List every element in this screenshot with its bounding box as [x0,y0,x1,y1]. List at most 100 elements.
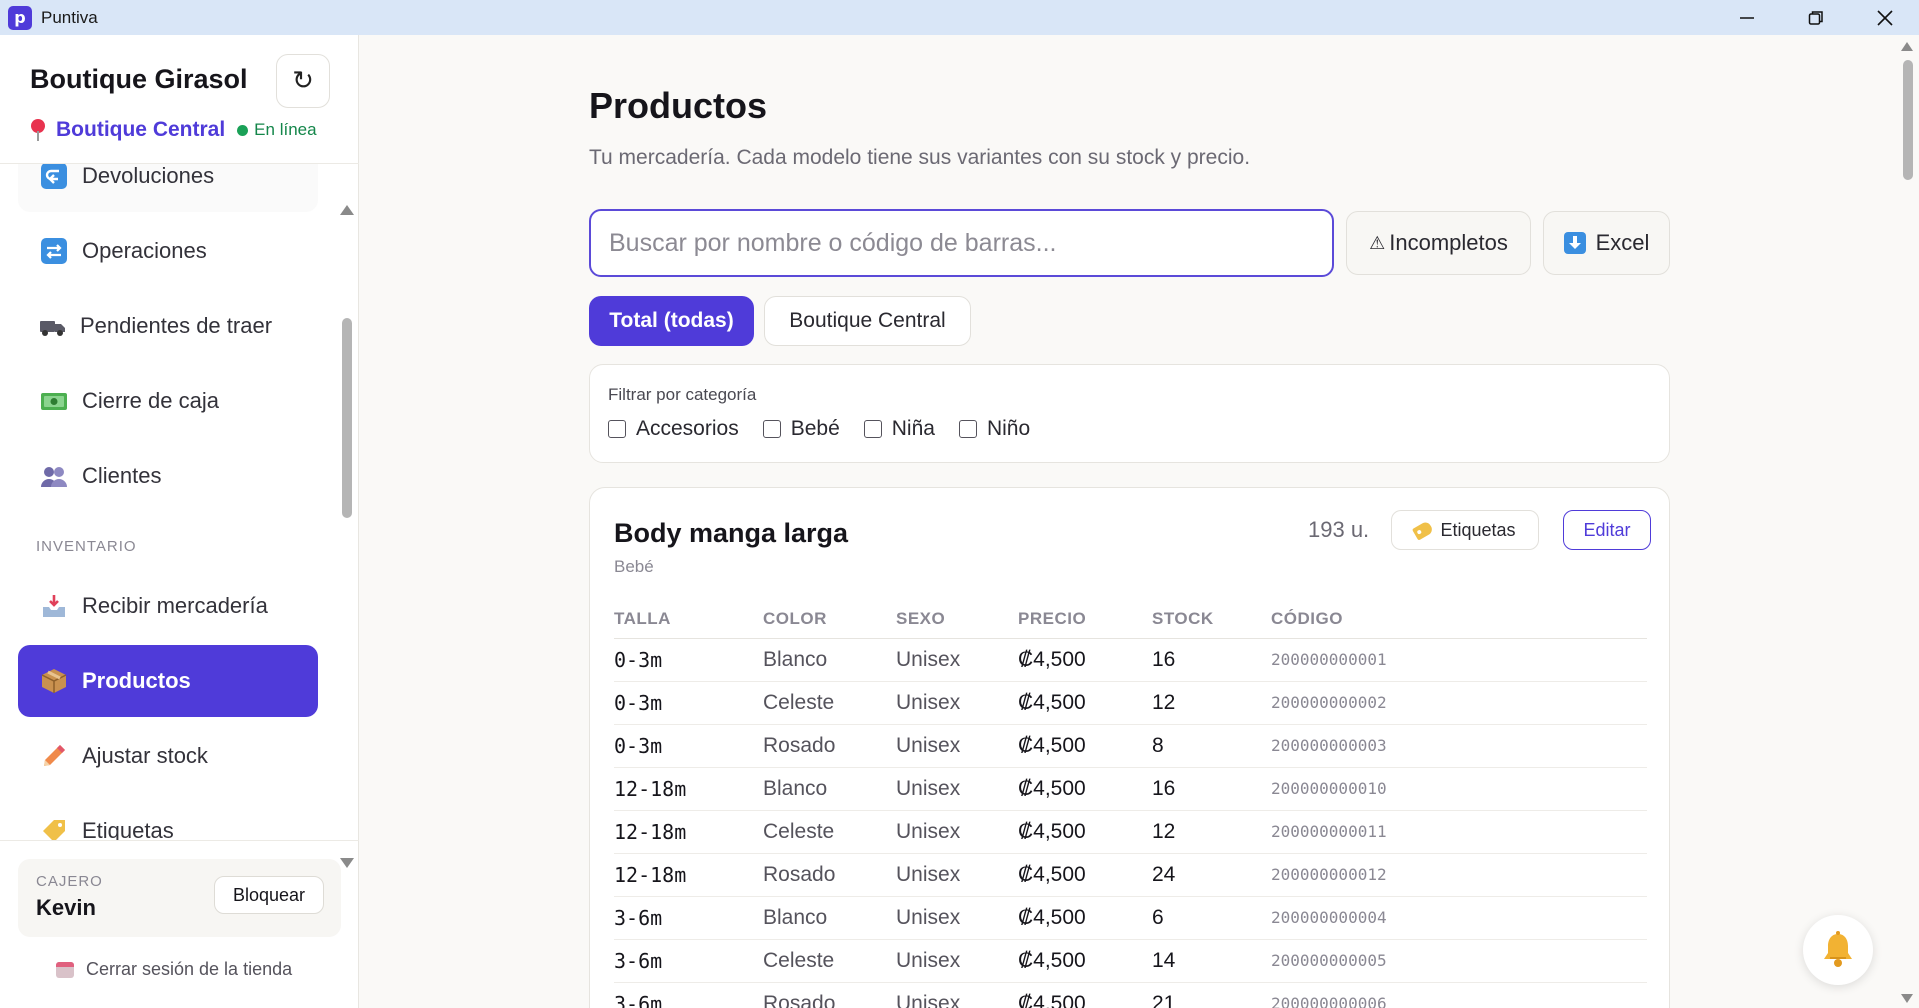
page-subtitle: Tu mercadería. Cada modelo tiene sus var… [589,146,1251,169]
cell-precio: ₡4,500 [1018,853,1152,897]
product-card: Body manga larga Bebé 193 u. Etiquetas E… [589,487,1670,1008]
cell-codigo: 200000000005 [1271,939,1647,983]
table-row[interactable]: 0-3m Celeste Unisex ₡4,500 12 2000000000… [614,681,1647,725]
minimize-icon [1739,16,1754,19]
sidebar-item-pendientes[interactable]: Pendientes de traer [18,290,318,362]
cell-color: Rosado [763,853,896,897]
table-row[interactable]: 0-3m Rosado Unisex ₡4,500 8 200000000003 [614,724,1647,768]
product-category: Bebé [614,557,654,576]
sidebar-item-recibir[interactable]: Recibir mercadería [18,570,318,642]
table-row[interactable]: 12-18m Celeste Unisex ₡4,500 12 20000000… [614,810,1647,854]
tab-boutique-central[interactable]: Boutique Central [764,296,971,346]
refresh-button[interactable]: ↻ [276,54,330,108]
cell-stock: 6 [1152,896,1271,940]
category-checkbox-nino[interactable]: Niño [958,417,1031,441]
page-title: Productos [589,85,768,126]
category-checkbox-nina[interactable]: Niña [863,417,935,441]
main-scrollbar[interactable] [1903,60,1913,180]
cell-precio: ₡4,500 [1018,638,1152,682]
category-checkbox-bebe[interactable]: Bebé [762,417,840,441]
variants-table: TALLA COLOR SEXO PRECIO STOCK CÓDIGO 0-3… [614,600,1647,1008]
checkbox[interactable] [863,420,882,438]
sidebar-scroll-up[interactable] [340,205,354,215]
cell-color: Celeste [763,810,896,854]
sidebar-item-clientes[interactable]: Clientes [18,440,318,512]
checkbox[interactable] [958,420,977,438]
cell-stock: 8 [1152,724,1271,768]
logout-link[interactable]: Cerrar sesión de la tienda [56,959,292,980]
sidebar-item-label: Clientes [82,463,162,488]
sidebar-item-operaciones[interactable]: Operaciones [18,215,318,287]
cell-stock: 24 [1152,853,1271,897]
checkbox[interactable] [608,420,626,438]
cell-codigo: 200000000003 [1271,724,1647,768]
col-header-color: COLOR [763,600,896,639]
cell-codigo: 200000000001 [1271,638,1647,682]
cashier-panel: CAJERO Kevin Bloquear [18,859,341,937]
app-logo: p [8,5,32,30]
table-row[interactable]: 12-18m Rosado Unisex ₡4,500 24 200000000… [614,853,1647,897]
labels-button[interactable]: Etiquetas [1391,510,1539,550]
notifications-button[interactable] [1803,915,1873,985]
branch-name[interactable]: Boutique Central [56,118,225,142]
tag-icon [40,817,68,840]
refresh-icon: ↻ [292,66,314,96]
main-scroll-down[interactable] [1901,994,1913,1003]
tab-total[interactable]: Total (todas) [589,296,754,346]
main-scroll-up[interactable] [1901,42,1913,51]
truck-icon [40,312,66,340]
cell-sexo: Unisex [896,939,1018,983]
restore-icon [1808,10,1823,25]
package-icon [40,667,68,695]
branch-indicator: Boutique Central En línea [30,118,317,142]
cell-sexo: Unisex [896,810,1018,854]
restore-button[interactable] [1781,0,1850,35]
sidebar-item-label: Cierre de caja [82,388,219,413]
search-input[interactable] [589,209,1334,277]
cell-precio: ₡4,500 [1018,724,1152,768]
lock-button[interactable]: Bloquear [214,876,324,914]
table-row[interactable]: 3-6m Blanco Unisex ₡4,500 6 200000000004 [614,896,1647,940]
edit-button[interactable]: Editar [1563,510,1651,550]
category-filter: Filtrar por categoría Accesorios Bebé Ni… [589,364,1670,463]
sidebar-item-cierre-caja[interactable]: Cierre de caja [18,365,318,437]
product-units: 193 u. [1308,517,1370,542]
incompletos-button[interactable]: ⚠ Incompletos [1346,211,1531,275]
cell-sexo: Unisex [896,724,1018,768]
cell-sexo: Unisex [896,896,1018,940]
checkbox-label: Niño [986,417,1031,440]
cell-precio: ₡4,500 [1018,810,1152,854]
main-content: Productos Tu mercadería. Cada modelo tie… [360,35,1900,1008]
table-row[interactable]: 12-18m Blanco Unisex ₡4,500 16 200000000… [614,767,1647,811]
checkbox[interactable] [762,420,781,438]
incompletos-label: Incompletos [1389,230,1508,255]
sidebar-item-etiquetas[interactable]: Etiquetas [18,795,318,840]
close-window-button[interactable] [1850,0,1919,35]
sidebar-item-devoluciones[interactable]: Devoluciones [18,164,318,212]
sidebar: Boutique Girasol ↻ Boutique Central En l… [0,35,359,1008]
warning-icon: ⚠ [1369,232,1386,254]
minimize-button[interactable] [1712,0,1781,35]
cell-stock: 14 [1152,939,1271,983]
sidebar-item-productos[interactable]: Productos [18,645,318,717]
sidebar-item-label: Productos [82,668,191,693]
labels-button-label: Etiquetas [1440,519,1516,540]
cell-talla: 12-18m [614,853,763,897]
close-icon [1876,9,1893,26]
category-options: Accesorios Bebé Niña Niño [608,417,1054,441]
download-icon [1563,232,1586,254]
sidebar-scroll-down[interactable] [340,858,354,868]
col-header-precio: PRECIO [1018,600,1152,639]
table-row[interactable]: 3-6m Rosado Unisex ₡4,500 21 20000000000… [614,982,1647,1008]
sidebar-scrollbar[interactable] [342,318,352,518]
table-row[interactable]: 3-6m Celeste Unisex ₡4,500 14 2000000000… [614,939,1647,983]
cell-precio: ₡4,500 [1018,767,1152,811]
sidebar-item-ajustar[interactable]: Ajustar stock [18,720,318,792]
cell-talla: 0-3m [614,681,763,725]
online-status-dot [237,124,249,136]
return-icon [40,164,68,190]
category-checkbox-accesorios[interactable]: Accesorios [608,417,739,441]
table-row[interactable]: 0-3m Blanco Unisex ₡4,500 16 20000000000… [614,638,1647,682]
excel-export-button[interactable]: Excel [1543,211,1670,275]
sidebar-item-label: Operaciones [82,238,207,263]
